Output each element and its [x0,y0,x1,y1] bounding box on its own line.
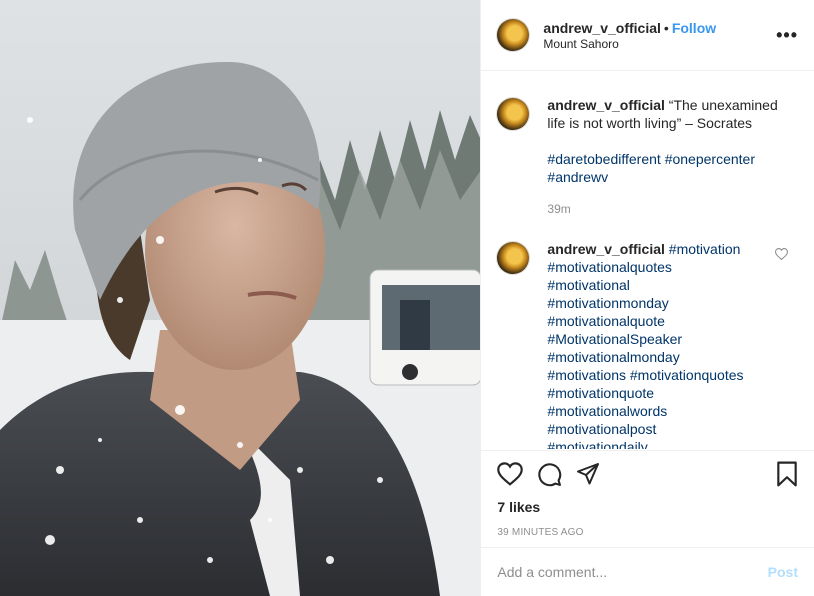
more-horizontal-icon[interactable]: ••• [776,25,798,46]
hashtag-link[interactable]: #motivationalmonday [547,349,679,365]
comment-icon[interactable] [537,462,562,487]
caption-username[interactable]: andrew_v_official [547,97,665,113]
post-photo[interactable] [0,0,481,596]
instagram-post: andrew_v_official • Follow Mount Sahoro ••… [0,0,814,596]
hashtag-link[interactable]: #motivationquote [547,385,654,401]
caption-time[interactable]: 39m [547,200,798,218]
comment-body: andrew_v_official #motivation #motivatio… [547,240,798,449]
caption-body: andrew_v_official “The unexamined life i… [547,96,798,218]
separator-dot: • [663,19,669,36]
post-comment-button[interactable]: Post [768,564,798,580]
hashtag-link[interactable]: #motivations [547,367,626,383]
likes-count[interactable]: 7 likes [497,499,798,515]
post-actions: 7 likes 39 MINUTES AGO [481,450,814,546]
post-side-panel: andrew_v_official • Follow Mount Sahoro ••… [480,0,814,596]
location-link[interactable]: Mount Sahoro [543,37,776,52]
hashtag-link[interactable]: #motivationalwords [547,403,667,419]
heart-icon[interactable] [497,462,524,486]
bookmark-icon[interactable] [776,461,798,487]
caption-hashtags: #daretobedifferent #onepercenter #andrew… [547,150,798,186]
heart-outline-icon[interactable] [775,248,788,260]
share-icon[interactable] [576,462,600,486]
hashtag-link[interactable]: #daretobedifferent [547,151,660,167]
avatar[interactable] [497,242,530,274]
add-comment-bar: Post [481,547,814,596]
hashtag-link[interactable]: #motivationmonday [547,295,668,311]
post-header: andrew_v_official • Follow Mount Sahoro ••… [481,0,814,71]
header-text: andrew_v_official • Follow Mount Sahoro [543,19,776,52]
hashtag-link[interactable]: #motivationalpost [547,421,656,437]
hashtag-link[interactable]: #andrewv [547,169,608,185]
list-item: andrew_v_official #motivation #motivatio… [497,240,798,449]
hashtag-link[interactable]: #motivationalquote [547,313,665,329]
hashtag-link[interactable]: #motivationquotes [630,367,744,383]
hashtag-link[interactable]: #motivational [547,277,630,293]
action-icons [497,451,798,497]
hashtag-link[interactable]: #motivation [669,241,741,257]
follow-button[interactable]: Follow [672,20,716,36]
hashtag-link[interactable]: #motivationalquotes [547,259,672,275]
selfie-snow-image [0,0,481,596]
post-timestamp[interactable]: 39 MINUTES AGO [497,527,798,538]
hashtag-link[interactable]: #MotivationalSpeaker [547,331,682,347]
comment-input[interactable] [497,564,768,580]
avatar[interactable] [497,19,530,51]
caption-comment: andrew_v_official “The unexamined life i… [497,96,798,218]
hashtag-link[interactable]: #motivationdaily [547,439,647,449]
header-title-line: andrew_v_official • Follow [543,19,776,37]
username-link[interactable]: andrew_v_official [543,20,661,36]
comment-username[interactable]: andrew_v_official [547,241,665,257]
hashtag-link[interactable]: #onepercenter [665,151,755,167]
avatar[interactable] [497,98,530,130]
comments-list[interactable]: andrew_v_official “The unexamined life i… [481,72,814,449]
